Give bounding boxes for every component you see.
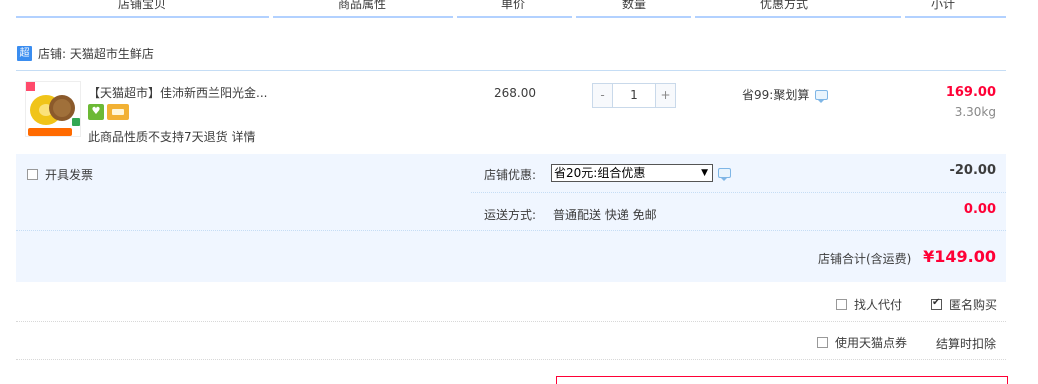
unit-price: 268.00 <box>494 86 536 100</box>
col-quantity: 数量 <box>622 0 647 11</box>
shipping-method: 普通配送 快递 免邮 <box>553 208 657 222</box>
header-divider <box>457 16 572 18</box>
col-subtotal: 小计 <box>931 0 956 11</box>
credit-card-icon[interactable] <box>107 104 129 120</box>
return-policy-details-link[interactable]: 详情 <box>231 130 255 144</box>
shop-line: 超 店铺: 天猫超市生鲜店 <box>17 45 154 61</box>
header-divider <box>576 16 691 18</box>
quantity-input[interactable]: 1 <box>613 83 655 108</box>
decrease-quantity-button[interactable]: - <box>592 83 613 108</box>
quantity-stepper: - 1 + <box>592 83 676 108</box>
service-icons: ♥ <box>88 104 129 120</box>
dropdown-arrow-icon: ▼ <box>701 168 708 178</box>
shop-total-label: 店铺合计(含运费) <box>818 252 912 266</box>
shop-discount-select[interactable]: 省20元:组合优惠 ▼ <box>551 164 713 182</box>
shipping-label: 运送方式: <box>484 208 537 222</box>
anonymous-label: 匿名购买 <box>949 298 998 312</box>
pay-for-me-option[interactable]: 找人代付 <box>836 296 902 313</box>
cart-item: 【天猫超市】佳沛新西兰阳光金... ♥ 此商品性质不支持7天退货 详情 268.… <box>16 70 1006 154</box>
col-unit-price: 单价 <box>501 0 526 11</box>
cart-header: 店铺宝贝 商品属性 单价 数量 优惠方式 小计 <box>16 0 1006 18</box>
anonymous-checkbox[interactable] <box>931 297 942 310</box>
return-policy-text: 此商品性质不支持7天退货 <box>88 130 228 144</box>
use-points-option[interactable]: 使用天猫点券 <box>817 334 907 351</box>
invoice-checkbox[interactable] <box>27 169 38 180</box>
col-shop-item: 店铺宝贝 <box>118 0 167 11</box>
divider <box>16 321 1006 322</box>
col-discount: 优惠方式 <box>760 0 809 11</box>
item-weight: 3.30kg <box>954 105 996 119</box>
order-total-box <box>556 376 1008 384</box>
divider <box>471 192 1006 193</box>
header-divider <box>905 16 1006 18</box>
guarantee-icon[interactable]: ♥ <box>88 104 104 120</box>
shop-discount-value: -20.00 <box>949 163 996 178</box>
col-attributes: 商品属性 <box>338 0 387 11</box>
invoice-option[interactable]: 开具发票 <box>27 166 93 183</box>
shop-discount-info-icon[interactable] <box>718 168 731 181</box>
item-subtotal: 169.00 <box>945 85 996 100</box>
return-policy-note: 此商品性质不支持7天退货 详情 <box>88 128 255 145</box>
shop-discount-label: 店铺优惠: <box>484 168 537 182</box>
pay-for-me-label: 找人代付 <box>854 298 903 312</box>
settle-note: 结算时扣除 <box>936 337 997 351</box>
product-title-link[interactable]: 【天猫超市】佳沛新西兰阳光金... <box>88 84 267 101</box>
invoice-label: 开具发票 <box>45 168 94 182</box>
item-discount: 省99:聚划算 <box>742 86 829 103</box>
shipping-fee: 0.00 <box>963 202 996 217</box>
tmall-supermarket-icon: 超 <box>17 45 32 61</box>
use-points-label: 使用天猫点券 <box>835 336 908 350</box>
pay-for-me-checkbox[interactable] <box>836 299 847 310</box>
shop-summary: 开具发票 店铺优惠: 省20元:组合优惠 ▼ -20.00 运送方式: 普通配送… <box>16 154 1006 282</box>
anonymous-option[interactable]: 匿名购买 <box>931 296 997 313</box>
header-divider <box>695 16 901 18</box>
use-points-checkbox[interactable] <box>817 337 828 348</box>
header-divider <box>16 16 269 18</box>
header-divider <box>273 16 453 18</box>
shop-total-value: ¥149.00 <box>923 247 996 266</box>
item-discount-label: 省99:聚划算 <box>742 88 810 102</box>
kiwi-product-image <box>26 82 80 136</box>
shop-name[interactable]: 店铺: 天猫超市生鲜店 <box>38 45 154 62</box>
product-thumbnail[interactable] <box>25 81 81 137</box>
increase-quantity-button[interactable]: + <box>655 83 676 108</box>
discount-info-icon[interactable] <box>815 89 829 103</box>
divider <box>16 359 1006 360</box>
shop-discount-selected: 省20元:组合优惠 <box>554 166 646 180</box>
divider <box>16 230 1006 231</box>
